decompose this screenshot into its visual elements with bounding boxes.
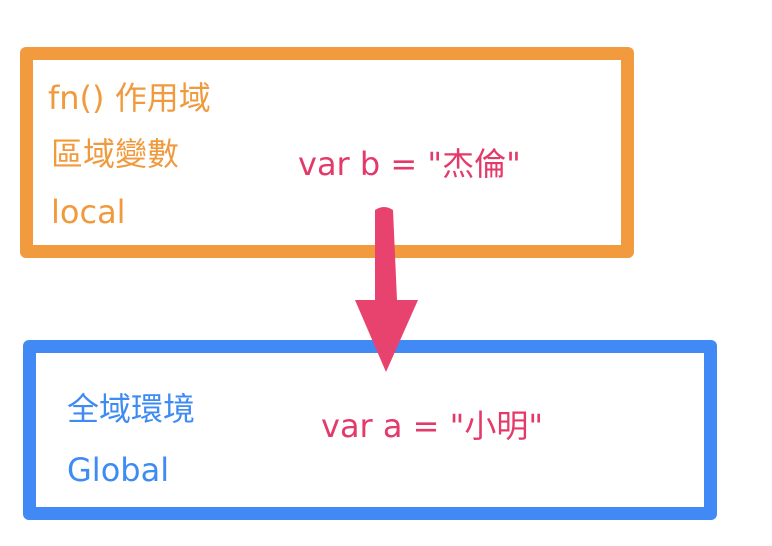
local-scope-label-en: local <box>51 193 126 231</box>
local-scope-title: fn() 作用域 <box>48 79 211 117</box>
local-scope-label-zh: 區域變數 <box>51 135 180 173</box>
global-scope-label-zh: 全域環境 <box>67 390 196 428</box>
local-variable-declaration: var b = "杰倫" <box>298 145 521 183</box>
global-variable-declaration: var a = "小明" <box>321 407 544 445</box>
global-scope-label-en: Global <box>67 451 170 489</box>
